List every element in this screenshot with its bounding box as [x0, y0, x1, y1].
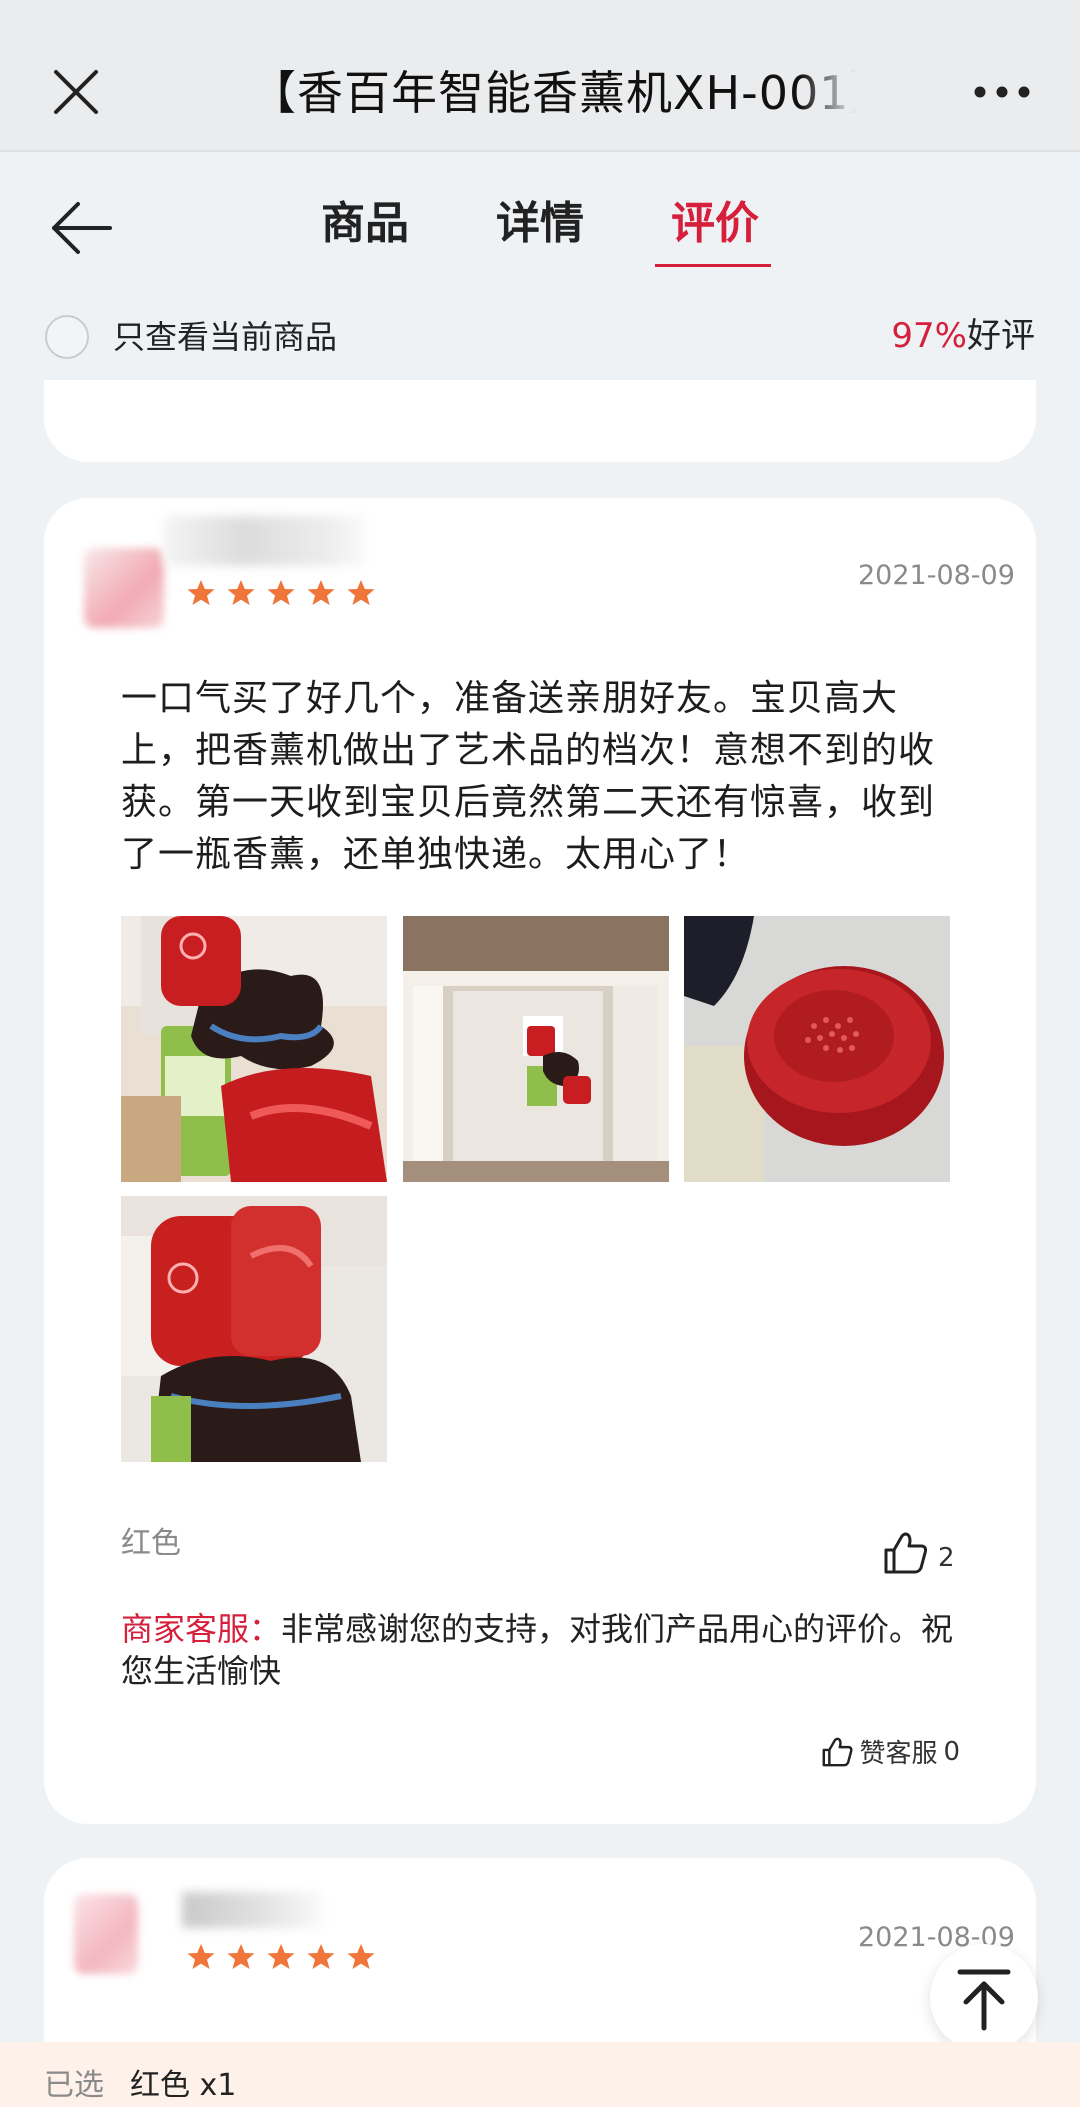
- title-bar: 【香百年智能香薰机XH-001】: [0, 0, 1080, 152]
- merchant-reply-label: 商家客服：: [121, 1610, 282, 1648]
- more-options-icon[interactable]: [972, 82, 1032, 102]
- tab-product[interactable]: 商品: [305, 184, 425, 264]
- review-photo-4[interactable]: [121, 1196, 387, 1462]
- merchant-reply: 商家客服：非常感谢您的支持，对我们产品用心的评价。祝您生活愉快: [121, 1608, 981, 1692]
- avatar: [84, 548, 164, 628]
- star-icon: [307, 1944, 335, 1969]
- username-blurred: [164, 516, 364, 566]
- star-icon: [227, 1944, 255, 1969]
- review-text: 一口气买了好几个，准备送亲朋好友。宝贝高大上，把香薰机做出了艺术品的档次！意想不…: [121, 678, 936, 875]
- star-icon: [267, 580, 295, 605]
- close-icon[interactable]: [50, 66, 102, 118]
- positive-rating: 97%好评: [891, 310, 1035, 362]
- selected-option-bar[interactable]: 已选 红色 x1: [0, 2042, 1080, 2107]
- current-product-label[interactable]: 只查看当前商品: [113, 312, 337, 362]
- arrow-up-icon: [957, 1969, 1011, 2031]
- selected-label: 已选: [44, 2068, 104, 2103]
- rating-percent: 97%: [891, 316, 967, 356]
- avatar: [74, 1894, 138, 1974]
- thumbs-up-icon: [884, 1532, 928, 1574]
- tab-nav: 商品 详情 评价: [0, 154, 1080, 280]
- star-icon: [267, 1944, 295, 1969]
- star-icon: [187, 580, 215, 605]
- like-service-count: 0: [943, 1736, 960, 1767]
- username-blurred: [182, 1892, 322, 1928]
- review-photo-3[interactable]: [684, 916, 950, 1182]
- review-photo-1[interactable]: [121, 916, 387, 1182]
- previous-review-card: [44, 380, 1036, 462]
- title-fade: [800, 58, 870, 128]
- rating-stars: [186, 1942, 376, 1972]
- star-icon: [347, 580, 375, 605]
- filter-row: 只查看当前商品 97%好评: [0, 290, 1080, 385]
- like-service-label: 赞客服: [859, 1739, 938, 1769]
- review-date: 2021-08-09: [858, 560, 1015, 591]
- variant-label: 红色: [121, 1526, 181, 1561]
- tab-reviews[interactable]: 评价: [655, 184, 775, 264]
- rating-stars: [186, 578, 376, 608]
- selected-value: 红色 x1: [130, 2068, 237, 2103]
- review-photo-2[interactable]: [403, 916, 669, 1182]
- like-count: 2: [938, 1543, 955, 1573]
- tab-details[interactable]: 详情: [480, 184, 600, 264]
- current-product-radio[interactable]: [45, 315, 89, 359]
- active-tab-indicator: [655, 264, 771, 267]
- like-service-button[interactable]: 赞客服 0: [821, 1733, 960, 1770]
- star-icon: [227, 580, 255, 605]
- star-icon: [307, 580, 335, 605]
- back-arrow-icon[interactable]: [50, 200, 114, 256]
- review-card: 2021-08-09 一口气买了好几个，准备送亲朋好友。宝贝高大上，把香薰机做出…: [44, 498, 1036, 1824]
- page-title: 【香百年智能香薰机XH-001】: [250, 66, 860, 120]
- rating-text: 好评: [967, 316, 1035, 356]
- scroll-to-top-button[interactable]: [930, 1944, 1038, 2052]
- star-icon: [187, 1944, 215, 1969]
- like-button[interactable]: 2: [882, 1528, 955, 1578]
- thumbs-up-icon: [823, 1737, 853, 1766]
- star-icon: [347, 1944, 375, 1969]
